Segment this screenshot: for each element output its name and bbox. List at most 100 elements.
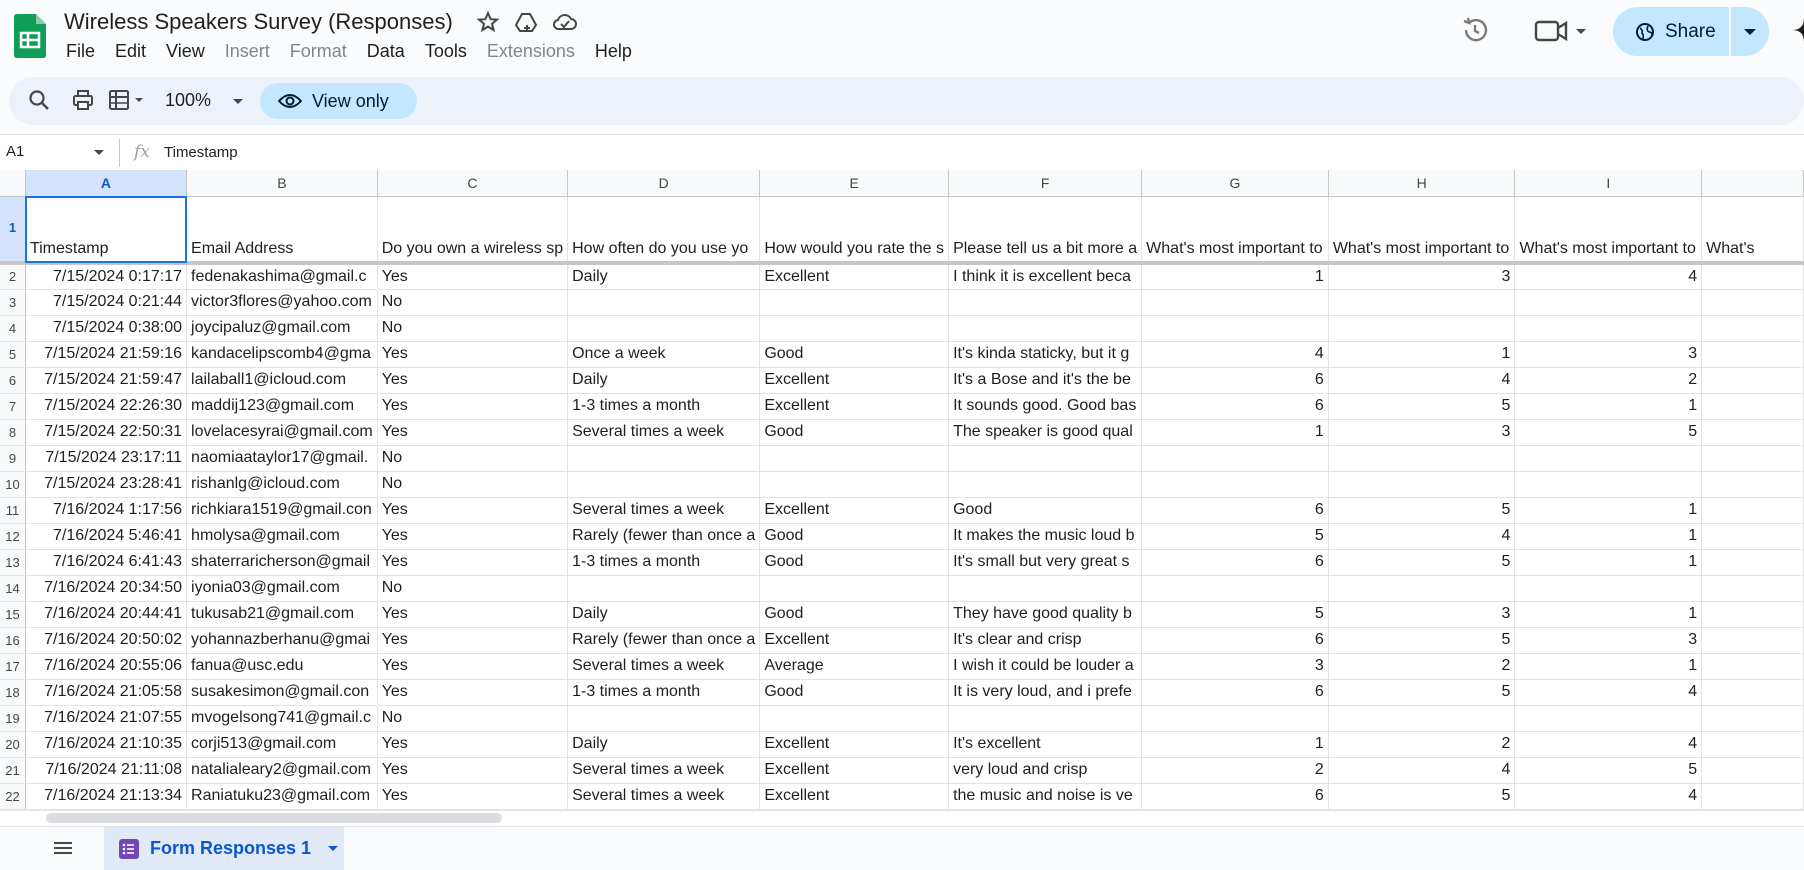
grid-cell[interactable]: No [377,315,569,342]
grid-cell[interactable]: Daily [567,263,761,290]
grid-cell[interactable] [1514,445,1703,472]
row-header[interactable]: 15 [0,601,26,628]
caret-down-icon[interactable] [327,845,339,853]
row-header[interactable]: 2 [0,263,26,290]
grid-cell[interactable]: 5 [1514,757,1703,784]
grid-cell[interactable]: Excellent [759,497,950,524]
grid-cell[interactable]: 1 [1514,523,1703,550]
grid-cell[interactable]: The speaker is good qual [948,419,1143,446]
grid-cell[interactable] [1701,627,1804,654]
grid-cell[interactable]: Excellent [759,263,950,290]
grid-cell[interactable]: yohannazberhanu@gmai [186,627,378,654]
column-header[interactable]: E [759,170,950,197]
grid-cell[interactable] [759,705,950,732]
grid-cell[interactable] [1141,575,1329,602]
grid-cell[interactable]: 4 [1328,757,1516,784]
grid-cell[interactable]: Yes [377,549,569,576]
sheets-logo-icon[interactable] [14,14,46,58]
grid-cell[interactable]: 1 [1141,731,1329,758]
grid-cell[interactable]: 5 [1328,393,1516,420]
grid-cell[interactable]: 7/15/2024 21:59:47 [25,367,188,394]
grid-cell[interactable]: 4 [1514,679,1703,706]
grid-cell[interactable] [1701,783,1804,810]
column-header[interactable] [1701,170,1804,197]
share-button[interactable]: Share [1613,7,1729,56]
grid-cell[interactable]: Yes [377,679,569,706]
grid-cell[interactable] [567,289,761,316]
grid-cell[interactable]: No [377,289,569,316]
grid-cell[interactable] [567,471,761,498]
grid-cell[interactable]: 7/16/2024 21:07:55 [25,705,188,732]
grid-cell[interactable]: Several times a week [567,497,761,524]
grid-cell[interactable]: 5 [1514,419,1703,446]
header-cell[interactable]: What's most important to [1514,196,1703,265]
grid-cell[interactable]: 3 [1514,627,1703,654]
grid-cell[interactable]: Yes [377,523,569,550]
grid-cell[interactable] [1514,575,1703,602]
grid-cell[interactable]: fanua@usc.edu [186,653,378,680]
grid-cell[interactable]: Yes [377,731,569,758]
grid-cell[interactable] [759,575,950,602]
column-header[interactable]: C [377,170,569,197]
grid-cell[interactable]: Excellent [759,731,950,758]
grid-cell[interactable]: naomiaataylor17@gmail. [186,445,378,472]
grid-cell[interactable]: 5 [1328,627,1516,654]
grid-cell[interactable] [567,445,761,472]
grid-cell[interactable]: No [377,471,569,498]
grid-cell[interactable]: Yes [377,601,569,628]
grid-cell[interactable]: 7/16/2024 21:10:35 [25,731,188,758]
grid-cell[interactable]: 7/16/2024 21:05:58 [25,679,188,706]
grid-cell[interactable]: 6 [1141,393,1329,420]
grid-cell[interactable]: 4 [1328,523,1516,550]
all-sheets-menu-icon[interactable] [52,839,74,857]
grid-cell[interactable] [1701,341,1804,368]
grid-cell[interactable]: 6 [1141,367,1329,394]
grid-cell[interactable]: Yes [377,263,569,290]
row-header[interactable]: 21 [0,757,26,784]
grid-cell[interactable]: 7/16/2024 20:34:50 [25,575,188,602]
grid-cell[interactable]: 6 [1141,679,1329,706]
grid-cell[interactable]: Several times a week [567,653,761,680]
grid-cell[interactable]: susakesimon@gmail.con [186,679,378,706]
grid-cell[interactable]: Yes [377,653,569,680]
grid-cell[interactable] [948,575,1143,602]
grid-cell[interactable]: 5 [1328,549,1516,576]
grid-cell[interactable]: Yes [377,757,569,784]
grid-cell[interactable] [1514,289,1703,316]
grid-cell[interactable]: 5 [1141,523,1329,550]
grid-cell[interactable]: 2 [1141,757,1329,784]
grid-cell[interactable] [948,445,1143,472]
menu-edit[interactable]: Edit [105,40,156,63]
column-header[interactable]: G [1141,170,1329,197]
grid-cell[interactable] [1701,679,1804,706]
formula-input[interactable]: Timestamp [164,144,238,161]
grid-cell[interactable]: Good [759,523,950,550]
grid-cell[interactable]: Yes [377,783,569,810]
grid-cell[interactable]: Daily [567,731,761,758]
column-header[interactable]: I [1514,170,1703,197]
grid-cell[interactable]: It's kinda staticky, but it g [948,341,1143,368]
grid-cell[interactable]: 6 [1141,497,1329,524]
grid-cell[interactable]: 5 [1141,601,1329,628]
grid-cell[interactable] [1701,575,1804,602]
grid-cell[interactable]: Excellent [759,757,950,784]
grid-cell[interactable]: shaterraricherson@gmail [186,549,378,576]
grid-cell[interactable]: 1 [1514,497,1703,524]
freeze-icon[interactable] [108,88,148,112]
grid-cell[interactable]: Yes [377,627,569,654]
row-header[interactable]: 6 [0,367,26,394]
menu-insert[interactable]: Insert [215,40,280,63]
row-header[interactable]: 22 [0,783,26,810]
grid-cell[interactable]: Yes [377,341,569,368]
star-icon[interactable] [476,10,500,34]
grid-cell[interactable]: 4 [1514,263,1703,290]
grid-cell[interactable]: Several times a week [567,757,761,784]
grid-cell[interactable] [1141,445,1329,472]
grid-cell[interactable]: 4 [1141,341,1329,368]
grid-cell[interactable]: 6 [1141,549,1329,576]
grid-cell[interactable] [1701,263,1804,290]
grid-cell[interactable]: richkiara1519@gmail.con [186,497,378,524]
column-header[interactable]: B [186,170,378,197]
grid-cell[interactable]: They have good quality b [948,601,1143,628]
grid-cell[interactable]: maddij123@gmail.com [186,393,378,420]
